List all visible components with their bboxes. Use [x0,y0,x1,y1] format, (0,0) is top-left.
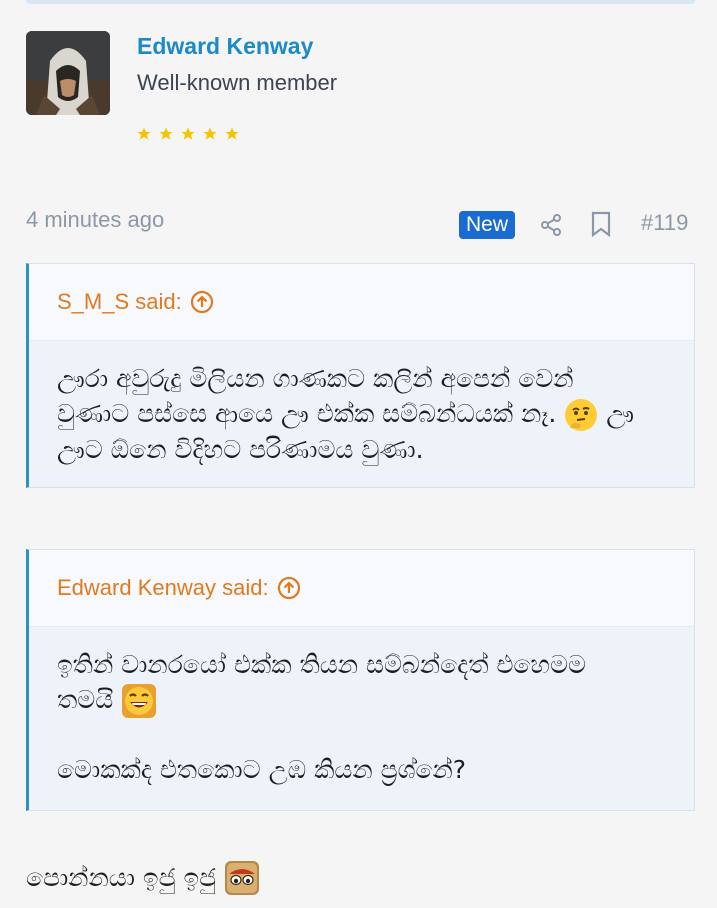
post-message-text: පොන්නයා ඉජු ඉජු [26,863,217,892]
author-title: Well-known member [137,70,338,95]
grinning-face-emoji [122,684,157,718]
quote-attribution[interactable]: Edward Kenway said: [29,550,694,627]
post-timestamp[interactable]: 4 minutes ago [26,207,164,233]
thinking-face-emoji [565,399,598,431]
quote-line-text: ඌ [606,399,634,428]
quote-attribution[interactable]: S_M_S said: [29,264,694,341]
quote-author-label[interactable]: S_M_S said: [57,289,182,315]
quote-line: ඉතින් වානරයෝ එක්ක තියන සම්බන්දෙත් එහෙමම [57,650,587,679]
avatar[interactable] [26,31,110,115]
rating-stars [136,126,240,142]
arrow-up-circle-icon[interactable] [277,576,301,600]
new-badge: New [459,211,516,239]
post-message: පොන්නයා ඉජු ඉජු [26,858,260,898]
quote-line: ඌරා අවුරුදු මිලියන ගාණකට කලින් අපෙන් වෙන… [57,364,574,393]
quote-block: Edward Kenway said: ඉතින් වානරයෝ එක්ක ති… [26,549,695,811]
post-number-link[interactable]: #119 [641,210,688,236]
star-icon [225,127,239,140]
author-name[interactable]: Edward Kenway [137,33,313,60]
eyes-emoji [225,861,260,895]
quote-line: තමයි [57,685,114,714]
arrow-up-circle-icon[interactable] [190,290,214,314]
quote-paragraph: ඉතින් වානරයෝ එක්ක තියන සම්බන්දෙත් එහෙමම … [57,647,666,719]
bookmark-icon[interactable] [590,211,612,237]
quote-block: S_M_S said: ඌරා අවුරුදු මිලියන ගාණකට කලි… [26,263,695,488]
quote-line-text: වුණාට පස්සෙ ආයෙ ඌ එක්ක සම්බන්ධයක් නෑ. [57,399,557,428]
top-divider [26,0,695,4]
share-icon[interactable] [539,213,563,237]
quote-line: මොකක්ද එතකොට උඹ කියන ප්‍රශ්නේ? [57,755,467,784]
star-icon [159,127,173,140]
quote-author-label[interactable]: Edward Kenway said: [57,575,269,601]
quote-content: ඉතින් වානරයෝ එක්ක තියන සම්බන්දෙත් එහෙමම … [29,627,694,807]
star-icon [137,127,151,140]
star-icon [203,127,217,140]
quote-line: ඌට ඕනෙ විදිහට පරිණාමය වුණා. [57,435,424,464]
quote-line: වුණාට පස්සෙ ආයෙ ඌ එක්ක සම්බන්ධයක් නෑ. ඌ [57,396,666,432]
star-icon [181,127,195,140]
quote-content: ඌරා අවුරුදු මිලියන ගාණකට කලින් අපෙන් වෙන… [29,341,694,487]
